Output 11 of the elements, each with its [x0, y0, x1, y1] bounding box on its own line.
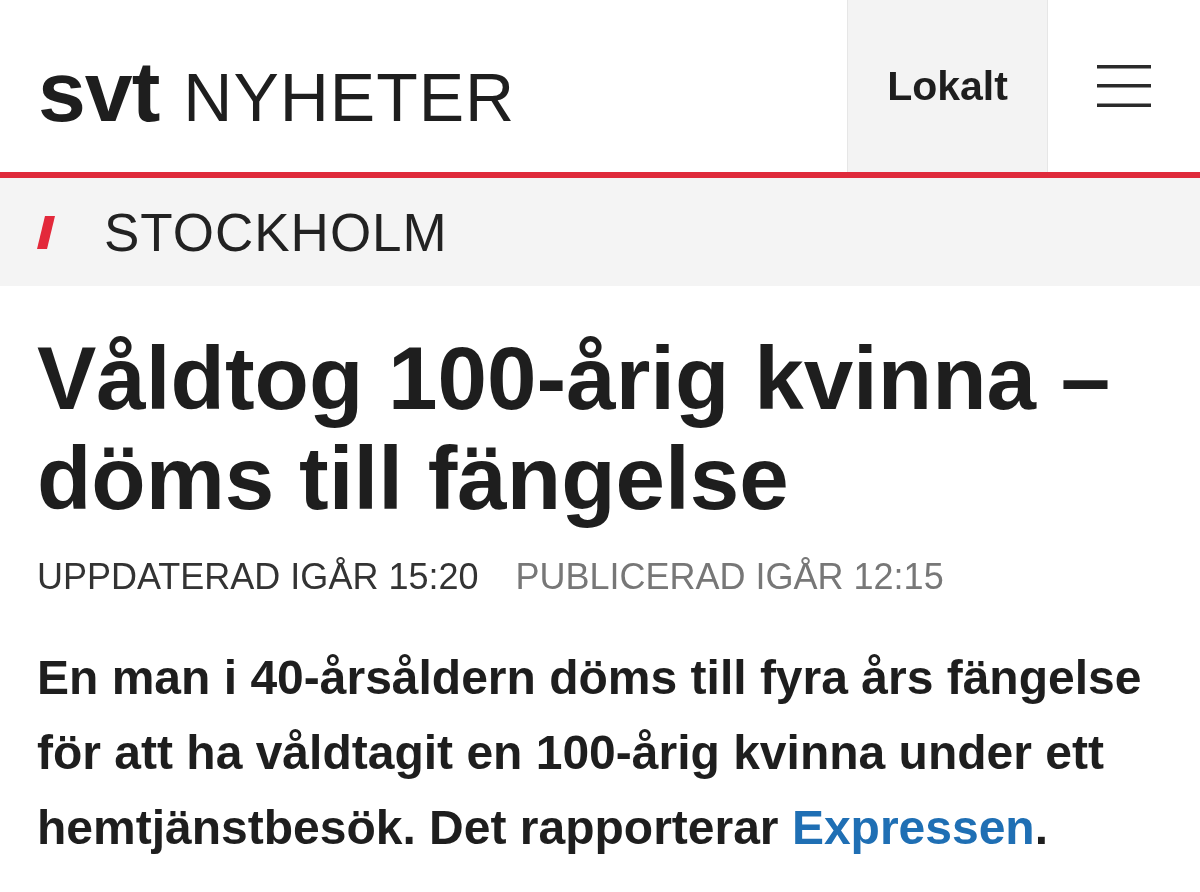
site-section-title: NYHETER	[183, 63, 516, 131]
article-headline: Våldtog 100-årig kvinna – döms till fängelse	[37, 328, 1112, 528]
local-button[interactable]: Lokalt	[847, 0, 1048, 172]
updated-time: UPPDATERAD IGÅR 15:20	[37, 557, 479, 597]
site-logo[interactable]: svt	[38, 48, 160, 134]
published-time: PUBLICERAD IGÅR 12:15	[515, 557, 944, 597]
region-link[interactable]: STOCKHOLM	[104, 205, 448, 259]
source-link[interactable]: Expressen	[791, 801, 1035, 854]
slash-icon	[37, 215, 55, 249]
menu-icon	[1097, 65, 1151, 107]
article-lead: En man i 40-årsåldern döms till fyra års fängelse för att ha våldtagit en 100-årig kvinna under ett hemtjänstbesök. Det rapporterar Expressen.	[37, 650, 1143, 856]
